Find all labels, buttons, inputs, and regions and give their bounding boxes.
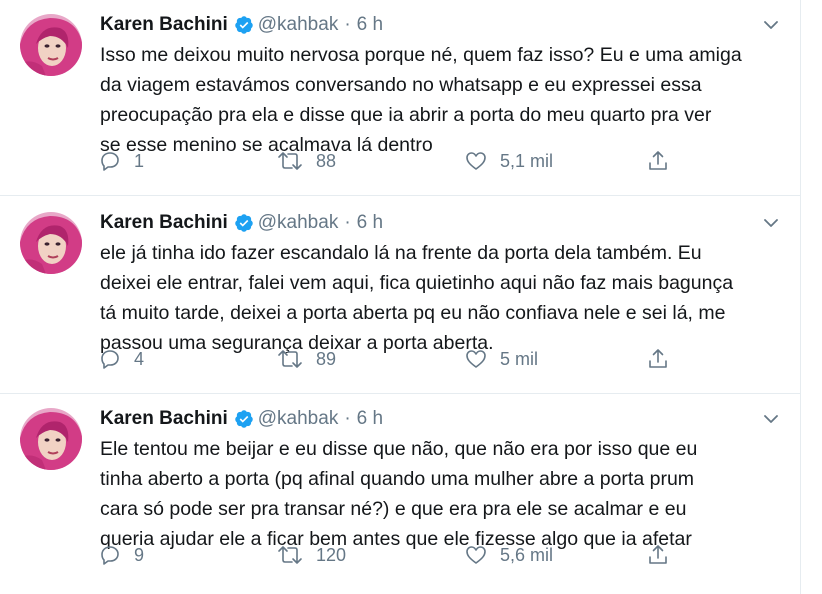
author-name[interactable]: Karen Bachini: [100, 212, 228, 234]
reply-icon: [101, 152, 119, 171]
tweet-text: ele já tinha ido fazer escandalo lá na f…: [100, 242, 734, 354]
like-count: 5 mil: [500, 348, 539, 369]
retweet-count: 120: [316, 544, 347, 565]
separator-dot: ·: [344, 14, 351, 35]
chevron-down-icon[interactable]: [762, 410, 780, 428]
tweet[interactable]: Karen Bachini @kahbak · 6 h Isso me deix…: [0, 0, 800, 196]
author-handle[interactable]: @kahbak: [258, 14, 339, 36]
avatar-image: [20, 212, 82, 274]
retweet-count: 88: [316, 150, 337, 171]
reply-count: 1: [134, 150, 145, 171]
like-count: 5,6 mil: [500, 544, 554, 565]
avatar-image: [20, 14, 82, 76]
chevron-down-icon[interactable]: [762, 214, 780, 232]
author-name[interactable]: Karen Bachini: [100, 14, 228, 36]
verified-badge-icon: [234, 409, 254, 429]
tweet-text: Ele tentou me beijar e eu disse que não,…: [100, 438, 698, 550]
retweet-button[interactable]: 89: [276, 346, 336, 372]
retweet-icon: [278, 152, 302, 170]
chevron-down-icon[interactable]: [762, 16, 780, 34]
author-handle[interactable]: @kahbak: [258, 408, 339, 430]
share-icon: [649, 545, 667, 564]
reply-button[interactable]: 1: [98, 148, 144, 174]
retweet-icon: [278, 350, 302, 368]
share-button[interactable]: [646, 542, 670, 568]
avatar[interactable]: [20, 212, 82, 274]
author-handle[interactable]: @kahbak: [258, 212, 339, 234]
tweet-header: Karen Bachini @kahbak · 6 h: [100, 12, 383, 38]
separator-dot: ·: [344, 408, 351, 429]
heart-icon: [466, 546, 486, 564]
retweet-button[interactable]: 88: [276, 148, 336, 174]
tweet-actions: 9 120 5,6 mil: [98, 542, 698, 568]
like-button[interactable]: 5,6 mil: [464, 542, 553, 568]
retweet-icon: [278, 546, 302, 564]
author-name[interactable]: Karen Bachini: [100, 408, 228, 430]
heart-icon: [466, 152, 486, 170]
timestamp[interactable]: 6 h: [357, 14, 383, 36]
reply-button[interactable]: 9: [98, 542, 144, 568]
tweet-header: Karen Bachini @kahbak · 6 h: [100, 210, 383, 236]
timestamp[interactable]: 6 h: [357, 212, 383, 234]
avatar-image: [20, 408, 82, 470]
like-count: 5,1 mil: [500, 150, 554, 171]
tweet-text: Isso me deixou muito nervosa porque né, …: [100, 44, 742, 156]
share-button[interactable]: [646, 148, 670, 174]
avatar[interactable]: [20, 14, 82, 76]
heart-icon: [466, 350, 486, 368]
reply-count: 9: [134, 544, 145, 565]
timeline: Karen Bachini @kahbak · 6 h Isso me deix…: [0, 0, 801, 594]
reply-icon: [101, 350, 119, 369]
timestamp[interactable]: 6 h: [357, 408, 383, 430]
like-button[interactable]: 5,1 mil: [464, 148, 553, 174]
reply-button[interactable]: 4: [98, 346, 144, 372]
retweet-count: 89: [316, 348, 337, 369]
reply-count: 4: [134, 348, 145, 369]
tweet-header: Karen Bachini @kahbak · 6 h: [100, 406, 383, 432]
avatar[interactable]: [20, 408, 82, 470]
share-icon: [649, 349, 667, 368]
tweet-actions: 4 89 5 mil: [98, 346, 698, 372]
share-icon: [649, 151, 667, 170]
tweet[interactable]: Karen Bachini @kahbak · 6 h Ele tentou m…: [0, 394, 800, 590]
tweet-actions: 1 88 5,1 mil: [98, 148, 698, 174]
reply-icon: [101, 546, 119, 565]
retweet-button[interactable]: 120: [276, 542, 346, 568]
share-button[interactable]: [646, 346, 670, 372]
verified-badge-icon: [234, 213, 254, 233]
tweet[interactable]: Karen Bachini @kahbak · 6 h ele já tinha…: [0, 198, 800, 394]
verified-badge-icon: [234, 15, 254, 35]
like-button[interactable]: 5 mil: [464, 346, 538, 372]
separator-dot: ·: [344, 212, 351, 233]
